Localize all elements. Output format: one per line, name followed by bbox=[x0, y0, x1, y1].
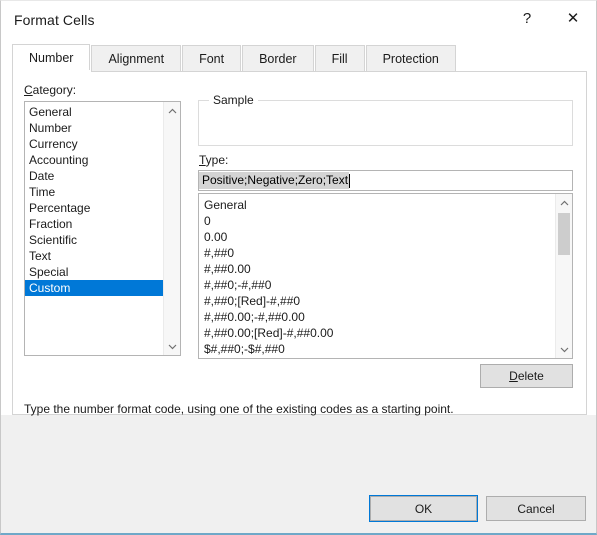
type-label-rest: ype: bbox=[205, 153, 229, 167]
type-label-accel: T bbox=[199, 153, 206, 167]
tab-strip: Number Alignment Font Border Fill Protec… bbox=[12, 44, 587, 71]
type-item[interactable]: #,##0.00 bbox=[199, 261, 555, 277]
category-item[interactable]: Number bbox=[25, 120, 163, 136]
tab-border[interactable]: Border bbox=[242, 45, 314, 71]
tab-protection[interactable]: Protection bbox=[365, 45, 456, 71]
type-item[interactable]: #,##0.00;[Red]-#,##0.00 bbox=[199, 325, 555, 341]
category-label-rest: ategory: bbox=[32, 83, 77, 97]
type-scrollbar[interactable] bbox=[555, 194, 572, 358]
category-label: Category: bbox=[24, 83, 76, 97]
tab-number[interactable]: Number bbox=[12, 44, 91, 71]
format-cells-dialog: Format Cells ? ✕ Number Alignment Font B… bbox=[0, 0, 597, 535]
scrollbar-thumb[interactable] bbox=[558, 213, 570, 255]
category-item[interactable]: Text bbox=[25, 248, 163, 264]
type-item[interactable]: #,##0;-#,##0 bbox=[199, 277, 555, 293]
type-item[interactable]: General bbox=[199, 197, 555, 213]
type-item[interactable]: #,##0.00;-#,##0.00 bbox=[199, 309, 555, 325]
title-bar-buttons: ? ✕ bbox=[504, 1, 596, 41]
sample-legend: Sample bbox=[209, 93, 258, 107]
category-item[interactable]: Scientific bbox=[25, 232, 163, 248]
category-item[interactable]: Currency bbox=[25, 136, 163, 152]
category-items: General Number Currency Accounting Date Time P… bbox=[25, 102, 163, 296]
type-input-value: Positive;Negative;Zero;Text bbox=[199, 172, 350, 189]
close-icon[interactable]: ✕ bbox=[550, 1, 596, 35]
tab-font[interactable]: Font bbox=[182, 45, 242, 71]
type-input[interactable]: Positive;Negative;Zero;Text bbox=[198, 170, 573, 191]
category-scrollbar[interactable] bbox=[163, 102, 180, 355]
help-icon[interactable]: ? bbox=[504, 1, 550, 35]
close-glyph: ✕ bbox=[566, 9, 580, 27]
category-item[interactable]: General bbox=[25, 104, 163, 120]
type-item[interactable]: #,##0 bbox=[199, 245, 555, 261]
type-listbox[interactable]: General 0 0.00 #,##0 #,##0.00 #,##0;-#,##0 #,#… bbox=[198, 193, 573, 359]
text-cursor bbox=[349, 173, 351, 188]
tab-seam-cover bbox=[13, 70, 91, 72]
tab-fill[interactable]: Fill bbox=[314, 45, 365, 71]
type-label: Type: bbox=[199, 153, 228, 167]
type-item[interactable]: 0.00 bbox=[199, 229, 555, 245]
category-label-accel: C bbox=[24, 83, 33, 97]
category-item[interactable]: Time bbox=[25, 184, 163, 200]
category-item[interactable]: Percentage bbox=[25, 200, 163, 216]
category-item[interactable]: Accounting bbox=[25, 152, 163, 168]
delete-button-accel: D bbox=[509, 369, 518, 383]
category-item[interactable]: Fraction bbox=[25, 216, 163, 232]
ok-button[interactable]: OK bbox=[370, 496, 477, 521]
cancel-button[interactable]: Cancel bbox=[486, 496, 586, 521]
type-items: General 0 0.00 #,##0 #,##0.00 #,##0;-#,##0 #,#… bbox=[199, 194, 555, 358]
title-bar: Format Cells ? ✕ bbox=[1, 1, 596, 41]
tab-alignment[interactable]: Alignment bbox=[91, 45, 182, 71]
type-item[interactable]: $#,##0;[Red]-$#,##0 bbox=[199, 357, 555, 358]
chevron-down-icon[interactable] bbox=[556, 341, 572, 358]
type-item[interactable]: #,##0;[Red]-#,##0 bbox=[199, 293, 555, 309]
type-item[interactable]: 0 bbox=[199, 213, 555, 229]
chevron-down-icon[interactable] bbox=[164, 338, 180, 355]
number-tab-panel: Category: General Number Currency Accountin… bbox=[12, 71, 587, 416]
category-listbox[interactable]: General Number Currency Accounting Date Time P… bbox=[24, 101, 181, 356]
category-item[interactable]: Special bbox=[25, 264, 163, 280]
delete-button[interactable]: Delete bbox=[480, 364, 573, 388]
delete-button-label: elete bbox=[517, 369, 544, 383]
dialog-title: Format Cells bbox=[14, 12, 95, 28]
category-item[interactable]: Date bbox=[25, 168, 163, 184]
category-item[interactable]: Custom bbox=[25, 280, 163, 296]
chevron-up-icon[interactable] bbox=[164, 102, 180, 119]
description-text: Type the number format code, using one o… bbox=[24, 402, 454, 416]
sample-groupbox: Sample bbox=[198, 93, 573, 146]
chevron-up-icon[interactable] bbox=[556, 194, 572, 211]
type-item[interactable]: $#,##0;-$#,##0 bbox=[199, 341, 555, 357]
